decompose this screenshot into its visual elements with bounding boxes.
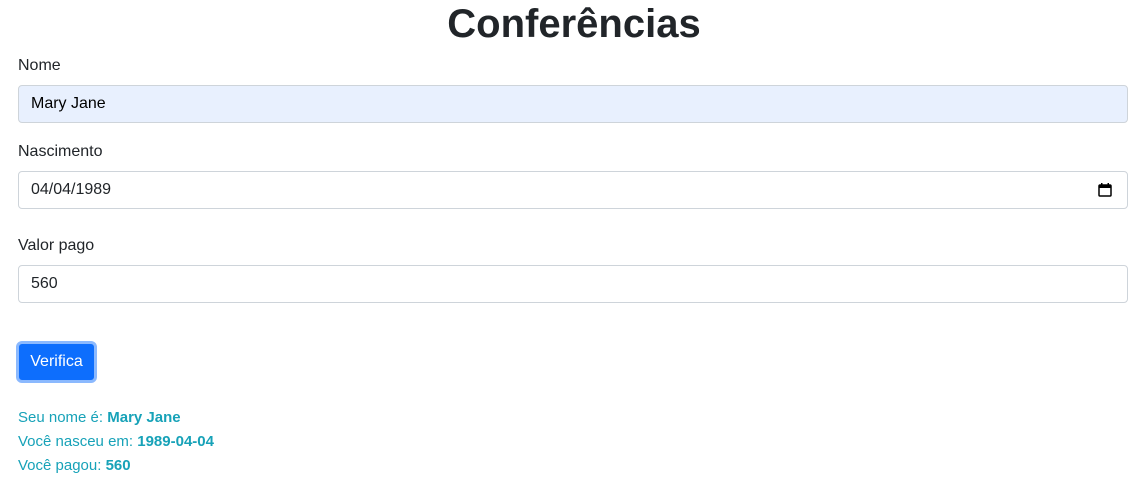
page-container: Conferências Nome Mary Jane Nascimento 0… — [0, 0, 1148, 488]
result-name-prefix: Seu nome é: — [18, 409, 104, 426]
result-name-line: Seu nome é: Mary Jane — [18, 408, 181, 428]
birth-date-input[interactable]: 04/04/1989 — [18, 171, 1128, 209]
result-birth-line: Você nasceu em: 1989-04-04 — [18, 432, 214, 452]
birth-label: Nascimento — [18, 143, 103, 160]
result-birth-prefix: Você nasceu em: — [18, 433, 134, 450]
calendar-icon[interactable] — [1098, 183, 1112, 197]
birth-date-value: 04/04/1989 — [31, 181, 112, 198]
paid-value-input[interactable]: 560 — [18, 265, 1128, 303]
result-birth-value: 1989-04-04 — [137, 433, 214, 450]
verify-button[interactable]: Verifica — [16, 341, 97, 383]
name-label: Nome — [18, 57, 61, 74]
result-paid-value: 560 — [105, 457, 131, 474]
paid-label: Valor pago — [18, 237, 95, 254]
paid-value: 560 — [31, 275, 58, 292]
name-input[interactable]: Mary Jane — [18, 85, 1128, 123]
name-input-value: Mary Jane — [31, 95, 106, 112]
result-paid-line: Você pagou: 560 — [18, 456, 131, 476]
page-title: Conferências — [447, 2, 701, 46]
result-name-value: Mary Jane — [107, 409, 181, 426]
result-paid-prefix: Você pagou: — [18, 457, 102, 474]
